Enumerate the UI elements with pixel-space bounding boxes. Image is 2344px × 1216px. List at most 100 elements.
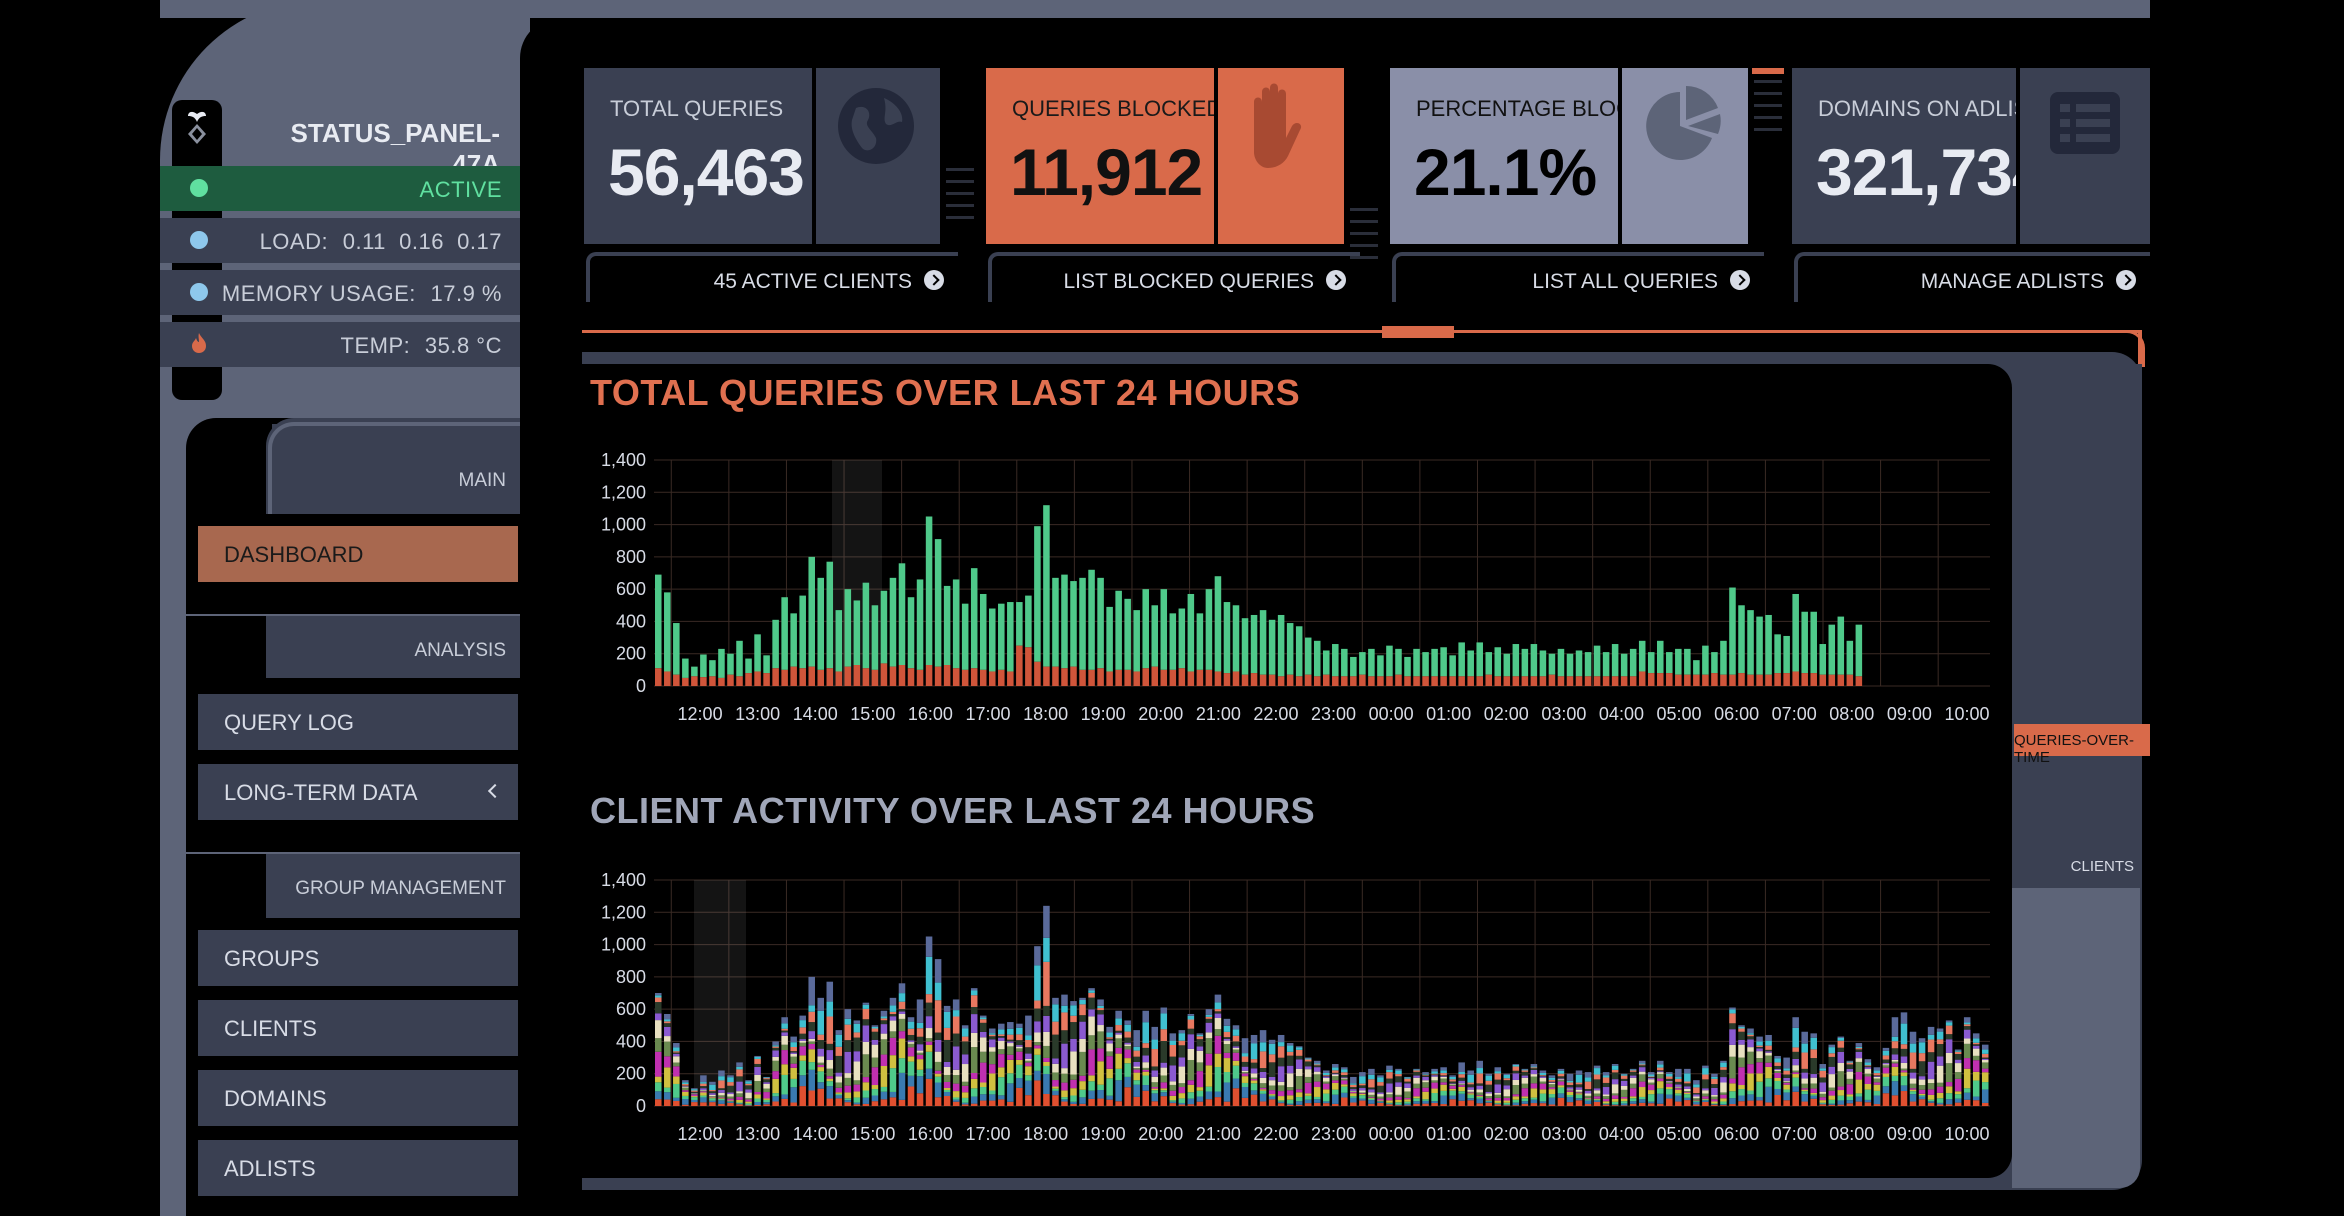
client-bar-segment[interactable] <box>1837 1062 1845 1072</box>
client-bar-segment[interactable] <box>1882 1086 1890 1094</box>
client-bar-segment[interactable] <box>1684 1092 1691 1095</box>
client-bar-segment[interactable] <box>1963 1024 1971 1027</box>
client-bar-segment[interactable] <box>1205 1053 1213 1066</box>
client-bar-segment[interactable] <box>772 1096 779 1102</box>
client-bar-segment[interactable] <box>1341 1078 1348 1081</box>
client-bar-segment[interactable] <box>1359 1085 1366 1089</box>
client-bar-segment[interactable] <box>1909 1031 1917 1044</box>
client-bar-segment[interactable] <box>1413 1075 1420 1078</box>
bar-permitted[interactable] <box>943 585 951 666</box>
client-bar-segment[interactable] <box>1160 1090 1168 1093</box>
client-bar-segment[interactable] <box>1638 1087 1646 1097</box>
client-bar-segment[interactable] <box>1873 1084 1881 1091</box>
client-bar-segment[interactable] <box>1016 1078 1023 1088</box>
client-bar-segment[interactable] <box>1720 1104 1727 1106</box>
client-bar-segment[interactable] <box>1864 1073 1872 1077</box>
bar-permitted[interactable] <box>1828 624 1836 675</box>
client-bar-segment[interactable] <box>925 994 933 1003</box>
client-bar-segment[interactable] <box>799 1027 806 1034</box>
client-bar-segment[interactable] <box>1620 1096 1628 1099</box>
client-bar-segment[interactable] <box>727 1082 734 1086</box>
client-bar-segment[interactable] <box>700 1086 707 1089</box>
client-bar-segment[interactable] <box>889 997 897 1006</box>
client-bar-segment[interactable] <box>664 1021 671 1024</box>
client-bar-segment[interactable] <box>790 1042 797 1047</box>
client-bar-segment[interactable] <box>1666 1076 1673 1079</box>
client-bar-segment[interactable] <box>1666 1080 1673 1082</box>
client-bar-segment[interactable] <box>1810 1049 1817 1059</box>
bar-permitted[interactable] <box>1720 640 1727 675</box>
client-bar-segment[interactable] <box>1476 1060 1483 1069</box>
bar-permitted[interactable] <box>1792 593 1799 672</box>
client-bar-segment[interactable] <box>817 1034 825 1041</box>
client-bar-segment[interactable] <box>1801 1052 1808 1069</box>
client-bar-segment[interactable] <box>1783 1084 1790 1090</box>
bar-blocked[interactable] <box>1611 676 1619 686</box>
client-bar-segment[interactable] <box>880 1086 888 1092</box>
client-bar-segment[interactable] <box>1657 1064 1664 1068</box>
client-bar-segment[interactable] <box>1025 1075 1032 1081</box>
client-bar-segment[interactable] <box>1602 1098 1610 1102</box>
client-bar-segment[interactable] <box>709 1100 716 1103</box>
client-bar-segment[interactable] <box>1711 1073 1718 1077</box>
client-bar-segment[interactable] <box>1675 1095 1682 1102</box>
client-bar-segment[interactable] <box>1440 1076 1447 1079</box>
bar-blocked[interactable] <box>781 669 788 686</box>
client-bar-segment[interactable] <box>835 1072 843 1077</box>
bar-blocked[interactable] <box>862 668 870 686</box>
client-bar-segment[interactable] <box>1945 1052 1953 1064</box>
client-bar-segment[interactable] <box>1711 1104 1718 1105</box>
client-bar-segment[interactable] <box>1837 1086 1845 1091</box>
client-bar-segment[interactable] <box>1864 1069 1872 1074</box>
client-bar-segment[interactable] <box>989 1051 996 1065</box>
bar-blocked[interactable] <box>1647 673 1655 686</box>
client-bar-segment[interactable] <box>1223 1058 1231 1073</box>
client-bar-segment[interactable] <box>1819 1104 1827 1106</box>
client-bar-segment[interactable] <box>1548 1075 1556 1078</box>
client-bar-segment[interactable] <box>799 1040 806 1043</box>
client-bar-segment[interactable] <box>1241 1097 1249 1106</box>
client-bar-segment[interactable] <box>1187 1104 1195 1106</box>
client-bar-segment[interactable] <box>1476 1092 1483 1096</box>
client-bar-segment[interactable] <box>1666 1087 1673 1090</box>
client-bar-segment[interactable] <box>1350 1090 1357 1092</box>
client-bar-segment[interactable] <box>1503 1080 1511 1086</box>
client-bar-segment[interactable] <box>1151 1039 1159 1050</box>
client-bar-segment[interactable] <box>1918 1038 1926 1043</box>
client-bar-segment[interactable] <box>1178 1066 1186 1084</box>
client-bar-segment[interactable] <box>835 1095 843 1099</box>
client-bar-segment[interactable] <box>835 1082 843 1088</box>
client-bar-segment[interactable] <box>1666 1089 1673 1095</box>
client-bar-segment[interactable] <box>1702 1101 1709 1106</box>
bar-permitted[interactable] <box>1702 645 1709 675</box>
client-bar-segment[interactable] <box>1341 1092 1348 1098</box>
client-bar-segment[interactable] <box>1458 1083 1465 1085</box>
client-bar-segment[interactable] <box>1115 1034 1122 1039</box>
client-bar-segment[interactable] <box>1792 1047 1799 1052</box>
client-bar-segment[interactable] <box>673 1052 680 1054</box>
client-bar-segment[interactable] <box>1638 1064 1646 1066</box>
client-bar-segment[interactable] <box>889 1016 897 1021</box>
client-bar-segment[interactable] <box>1142 1067 1149 1070</box>
client-bar-segment[interactable] <box>1801 1091 1808 1095</box>
client-bar-segment[interactable] <box>1332 1070 1339 1073</box>
client-bar-segment[interactable] <box>1070 1095 1077 1102</box>
client-bar-segment[interactable] <box>1250 1094 1258 1106</box>
client-bar-segment[interactable] <box>934 959 942 983</box>
client-bar-segment[interactable] <box>1196 1071 1204 1088</box>
client-bar-segment[interactable] <box>1440 1095 1447 1105</box>
client-bar-segment[interactable] <box>898 993 906 1002</box>
client-bar-segment[interactable] <box>1918 1079 1926 1085</box>
bar-blocked[interactable] <box>1106 671 1113 686</box>
bar-blocked[interactable] <box>1304 674 1312 686</box>
client-bar-segment[interactable] <box>1133 1061 1140 1067</box>
bar-blocked[interactable] <box>1729 674 1736 686</box>
client-bar-segment[interactable] <box>1395 1086 1402 1095</box>
client-bar-segment[interactable] <box>1801 1089 1808 1092</box>
client-bar-segment[interactable] <box>772 1047 779 1051</box>
client-bar-segment[interactable] <box>1972 1038 1980 1043</box>
client-bar-segment[interactable] <box>1404 1103 1411 1106</box>
client-bar-segment[interactable] <box>736 1062 743 1067</box>
client-bar-segment[interactable] <box>916 1022 924 1029</box>
client-bar-segment[interactable] <box>1025 1066 1032 1076</box>
